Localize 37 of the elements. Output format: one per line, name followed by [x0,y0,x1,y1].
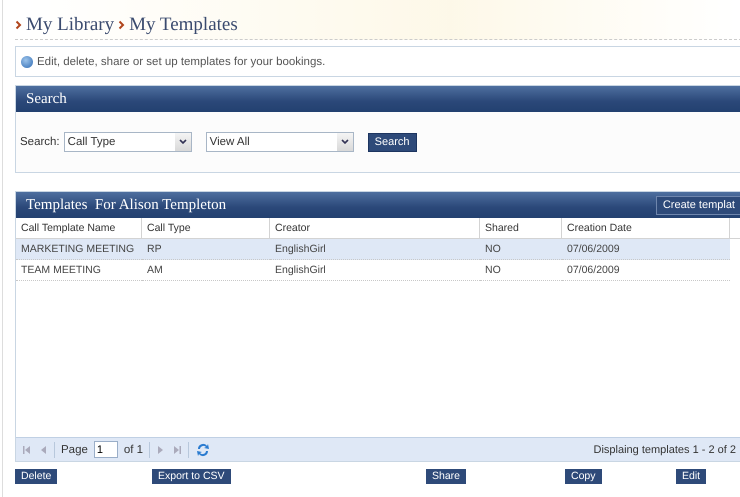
breadcrumb-link[interactable]: My Library [26,14,114,36]
action-button[interactable]: Delete [15,469,58,484]
dropdown[interactable]: Call Type [64,132,192,152]
action-button[interactable]: Share [426,469,466,484]
pager-status: Displaing templates 1 - 2 of 2 [594,444,736,456]
table-cell: EnglishGirl [270,239,480,260]
action-button[interactable]: Export to CSV [152,469,231,484]
last-page-icon[interactable] [172,444,182,454]
column-header[interactable]: Call Type [142,218,270,239]
page-label: Page [61,444,88,456]
panel-title: Templates For Alison Templeton [26,196,226,214]
info-icon [21,56,33,68]
page-input[interactable]: 1 [94,441,118,458]
search-label: Search: [20,136,60,148]
caret-icon [336,133,353,151]
column-header[interactable]: Call Template Name [16,218,142,239]
panel-title: Search [26,90,67,108]
search-button[interactable]: Search [368,132,416,152]
first-page-icon[interactable] [22,444,32,454]
dropdown[interactable]: View All [206,132,354,152]
chevron-icon [118,20,126,30]
table-cell: 07/06/2009 [562,239,730,260]
column-header[interactable]: Creation Date [562,218,730,239]
column-header[interactable]: Shared [480,218,562,239]
page-count: of 1 [124,444,144,456]
table-cell: NO [480,239,562,260]
table-cell: RP [142,239,270,260]
refresh-icon[interactable] [195,442,212,458]
breadcrumb-link[interactable]: My Templates [129,14,238,36]
create-template-button[interactable]: Create templat [656,196,740,214]
table-cell: MARKETING MEETING [16,239,142,260]
action-button[interactable]: Copy [565,469,602,484]
chevron-icon [15,20,22,30]
info-text: Edit, delete, share or set up templates for your bookings. [37,56,326,68]
action-button[interactable]: Edit [676,469,706,484]
column-header[interactable]: Creator [270,218,480,239]
caret-icon [174,133,191,151]
